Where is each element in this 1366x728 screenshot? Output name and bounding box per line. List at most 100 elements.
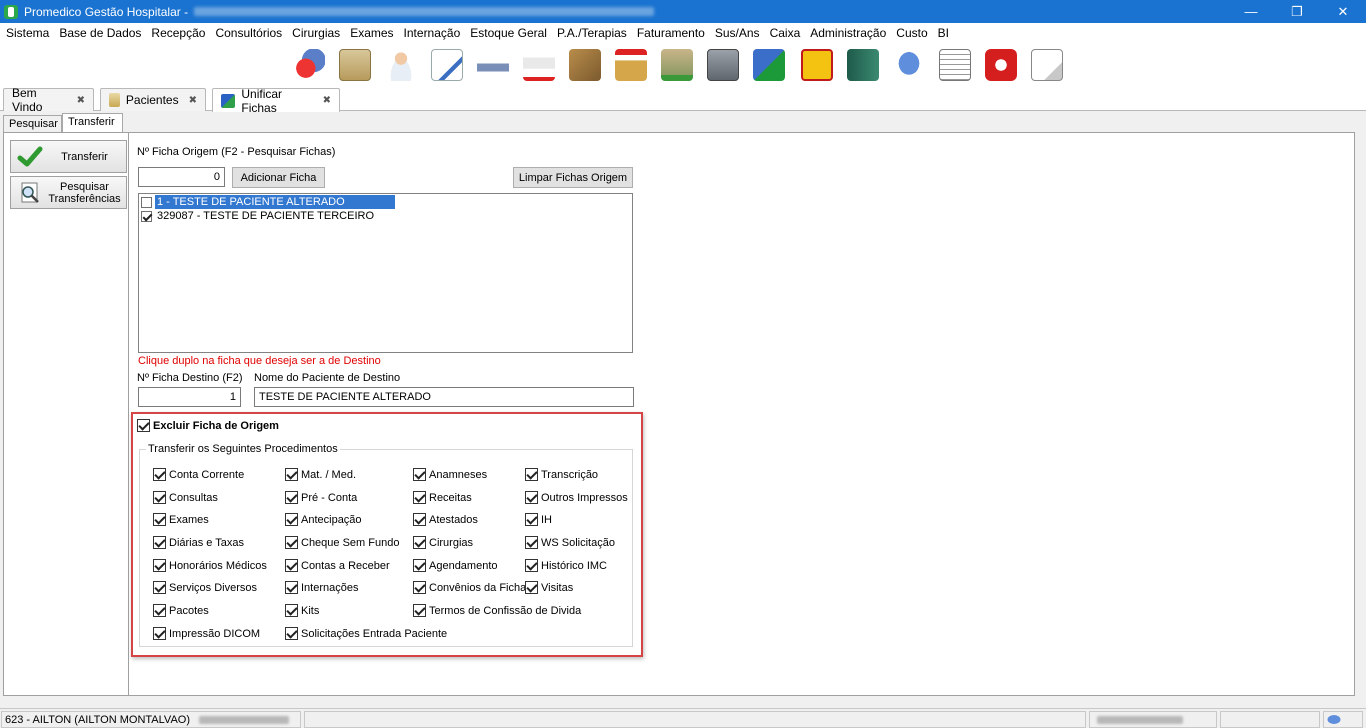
tab-pacientes[interactable]: Pacientes ✖ <box>100 88 206 111</box>
checkbox-box[interactable] <box>413 559 426 572</box>
checkbox-box[interactable] <box>525 536 538 549</box>
checkbox-box[interactable] <box>153 581 166 594</box>
destino-input[interactable]: 1 <box>138 387 241 407</box>
checkbox-box[interactable] <box>285 468 298 481</box>
checkbox-box[interactable] <box>153 536 166 549</box>
checkbox-box[interactable] <box>525 559 538 572</box>
checkbox-box[interactable] <box>153 604 166 617</box>
menu-base-de-dados[interactable]: Base de Dados <box>55 26 145 40</box>
proc-receitas[interactable]: Receitas <box>413 491 472 504</box>
checkbox-box[interactable] <box>285 513 298 526</box>
pesquisar-transferencias-button[interactable]: Pesquisar Transferências <box>10 176 127 209</box>
chat-icon[interactable] <box>893 49 925 81</box>
checkbox-box[interactable] <box>285 627 298 640</box>
proc-pacotes[interactable]: Pacotes <box>153 604 209 617</box>
proc-convenios-ficha[interactable]: Convênios da Ficha <box>413 581 526 594</box>
doctor-icon[interactable] <box>385 49 417 81</box>
checkbox-box[interactable] <box>153 559 166 572</box>
proc-ih[interactable]: IH <box>525 513 552 526</box>
proc-atestados[interactable]: Atestados <box>413 513 478 526</box>
limpar-fichas-origem-button[interactable]: Limpar Fichas Origem <box>513 167 633 188</box>
checkbox-box[interactable] <box>153 513 166 526</box>
checkbox-box[interactable] <box>153 627 166 640</box>
minimize-button[interactable]: — <box>1228 0 1274 23</box>
menu-recepcao[interactable]: Recepção <box>147 26 209 40</box>
proc-impressao-dicom[interactable]: Impressão DICOM <box>153 627 260 640</box>
book-icon[interactable] <box>847 49 879 81</box>
checkbox-box[interactable] <box>137 419 150 432</box>
checkbox-box[interactable] <box>413 468 426 481</box>
menu-faturamento[interactable]: Faturamento <box>633 26 709 40</box>
menu-administracao[interactable]: Administração <box>806 26 890 40</box>
menu-cirurgias[interactable]: Cirurgias <box>288 26 344 40</box>
tab-pesquisar[interactable]: Pesquisar <box>3 115 62 133</box>
checkbox-box[interactable] <box>413 513 426 526</box>
ambulance-bed-icon[interactable] <box>477 49 509 81</box>
proc-antecipacao[interactable]: Antecipação <box>285 513 362 526</box>
tab-bem-vindo[interactable]: Bem Vindo ✖ <box>3 86 94 114</box>
prescription-icon[interactable] <box>431 49 463 81</box>
menu-caixa[interactable]: Caixa <box>766 26 805 40</box>
origem-input[interactable]: 0 <box>138 167 225 187</box>
proc-pre-conta[interactable]: Pré - Conta <box>285 491 357 504</box>
menu-custo[interactable]: Custo <box>892 26 931 40</box>
menu-pa-terapias[interactable]: P.A./Terapias <box>553 26 631 40</box>
proc-contas-receber[interactable]: Contas a Receber <box>285 559 390 572</box>
close-tab-icon[interactable]: ✖ <box>189 95 197 106</box>
proc-kits[interactable]: Kits <box>285 604 319 617</box>
checkbox-box[interactable] <box>413 536 426 549</box>
checkbox-box[interactable] <box>525 513 538 526</box>
document-icon[interactable] <box>1031 49 1063 81</box>
menu-sistema[interactable]: Sistema <box>2 26 53 40</box>
proc-visitas[interactable]: Visitas <box>525 581 573 594</box>
checkbox-box[interactable] <box>153 468 166 481</box>
checkbox-box[interactable] <box>285 581 298 594</box>
proc-cirurgias[interactable]: Cirurgias <box>413 536 473 549</box>
proc-termos-confissao[interactable]: Termos de Confissão de Divida <box>413 604 581 617</box>
proc-historico-imc[interactable]: Histórico IMC <box>525 559 607 572</box>
proc-mat-med[interactable]: Mat. / Med. <box>285 468 356 481</box>
menu-sus-ans[interactable]: Sus/Ans <box>711 26 764 40</box>
close-tab-icon[interactable]: ✖ <box>77 95 85 106</box>
proc-consultas[interactable]: Consultas <box>153 491 218 504</box>
restore-button[interactable]: ❐ <box>1274 0 1320 23</box>
power-icon[interactable] <box>985 49 1017 81</box>
menu-bi[interactable]: BI <box>934 26 953 40</box>
checkbox-box[interactable] <box>525 468 538 481</box>
checkbox-box[interactable] <box>413 581 426 594</box>
fichas-origem-list[interactable]: 1 - TESTE DE PACIENTE ALTERADO 329087 - … <box>138 193 633 353</box>
list-item[interactable]: 329087 - TESTE DE PACIENTE TERCEIRO <box>141 209 376 223</box>
transferir-button[interactable]: Transferir <box>10 140 127 173</box>
finance-chart-icon[interactable] <box>753 49 785 81</box>
excluir-ficha-origem-checkbox[interactable]: Excluir Ficha de Origem <box>137 419 279 432</box>
proc-internacoes[interactable]: Internações <box>285 581 358 594</box>
calendar-grid-icon[interactable] <box>939 49 971 81</box>
ficha-checkbox[interactable] <box>141 210 152 222</box>
checkbox-box[interactable] <box>413 604 426 617</box>
proc-ws-solicitacao[interactable]: WS Solicitação <box>525 536 615 549</box>
proc-solicitacoes-entrada[interactable]: Solicitações Entrada Paciente <box>285 627 447 640</box>
checkbox-box[interactable] <box>285 604 298 617</box>
stock-boxes-icon[interactable] <box>569 49 601 81</box>
checkbox-box[interactable] <box>413 491 426 504</box>
tab-transferir[interactable]: Transferir <box>62 113 123 133</box>
checkbox-box[interactable] <box>285 536 298 549</box>
proc-transcricao[interactable]: Transcrição <box>525 468 598 481</box>
close-window-button[interactable]: ✕ <box>1320 0 1366 23</box>
checkbox-box[interactable] <box>525 581 538 594</box>
proc-honorarios-medicos[interactable]: Honorários Médicos <box>153 559 267 572</box>
checkbox-box[interactable] <box>153 491 166 504</box>
menu-exames[interactable]: Exames <box>346 26 397 40</box>
safe-icon[interactable] <box>707 49 739 81</box>
ambulance-icon[interactable] <box>523 49 555 81</box>
tab-unificar-fichas[interactable]: Unificar Fichas ✖ <box>212 87 340 115</box>
proc-anamneses[interactable]: Anamneses <box>413 468 487 481</box>
checkbox-box[interactable] <box>525 491 538 504</box>
adicionar-ficha-button[interactable]: Adicionar Ficha <box>232 167 325 188</box>
ficha-checkbox[interactable] <box>141 196 152 208</box>
proc-outros-impressos[interactable]: Outros Impressos <box>525 491 628 504</box>
list-item[interactable]: 1 - TESTE DE PACIENTE ALTERADO <box>141 195 395 209</box>
proc-agendamento[interactable]: Agendamento <box>413 559 498 572</box>
status-chat[interactable] <box>1323 711 1363 728</box>
menu-estoque-geral[interactable]: Estoque Geral <box>466 26 551 40</box>
